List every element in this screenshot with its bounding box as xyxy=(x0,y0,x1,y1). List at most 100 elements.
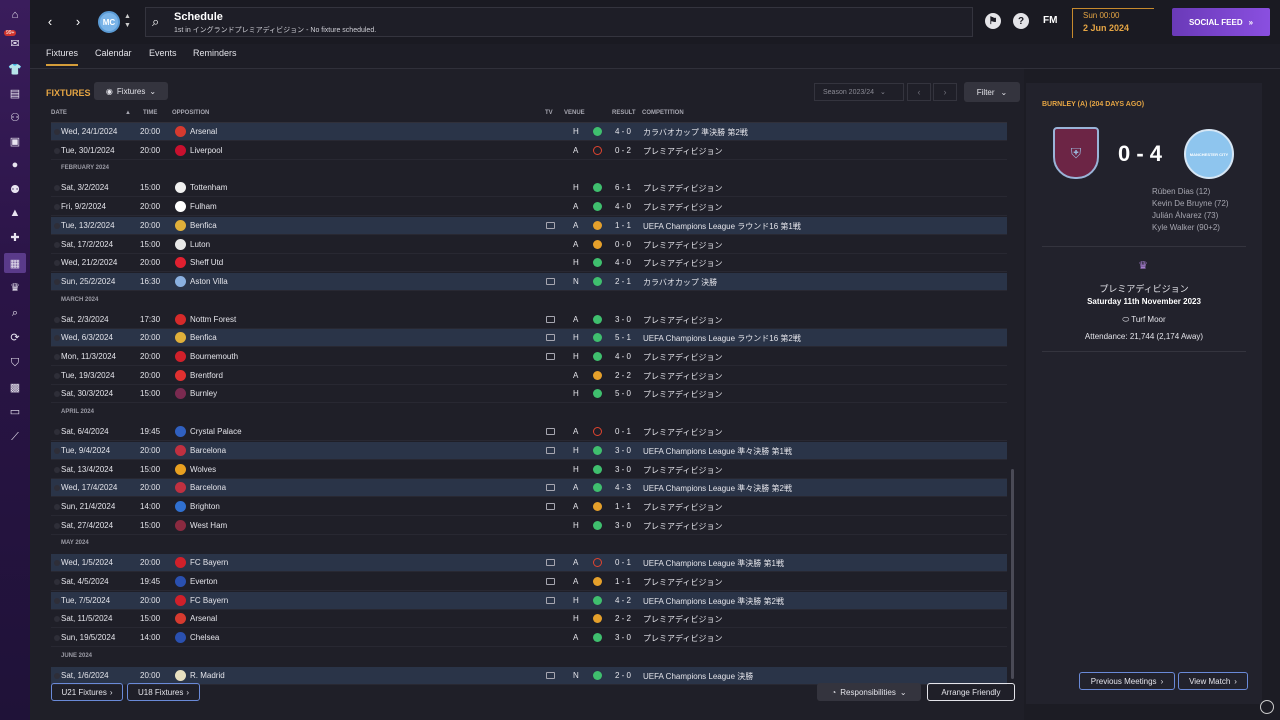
next-season-button[interactable]: › xyxy=(933,83,957,101)
fixture-opponent[interactable]: Benfica xyxy=(190,221,217,230)
fixture-row[interactable]: Wed, 21/2/2024 20:00 Sheff Utd H 4 - 0 プレミアディ… xyxy=(51,254,1007,273)
competitions-icon[interactable]: ♛ xyxy=(8,280,22,294)
fixture-competition[interactable]: プレミアディビジョン xyxy=(643,371,722,382)
settings-circle-icon[interactable] xyxy=(1260,700,1274,714)
fixture-row[interactable]: Sun, 21/4/2024 14:00 Brighton A 1 - 1 プレミアディビ… xyxy=(51,498,1007,516)
fixture-competition[interactable]: プレミアディビジョン xyxy=(643,202,722,213)
fixture-score[interactable]: 1 - 1 xyxy=(615,221,631,230)
fixture-list-scrollbar[interactable] xyxy=(1011,469,1014,679)
fixture-row[interactable]: Tue, 7/5/2024 20:00 FC Bayern H 4 - 2 UEFA Ch… xyxy=(51,591,1007,610)
fixture-row[interactable]: Wed, 24/1/2024 20:00 Arsenal H 4 - 0 カラバオカップ … xyxy=(51,123,1007,141)
fixture-competition[interactable]: UEFA Champions League 準々決勝 第2戦 xyxy=(643,483,792,494)
u21-fixtures-button[interactable]: U21 Fixtures › xyxy=(51,683,123,701)
fixture-row[interactable]: Wed, 6/3/2024 20:00 Benfica H 5 - 1 UEFA Cham… xyxy=(51,329,1007,348)
season-select[interactable]: Season 2023/24 ⌄ xyxy=(814,83,904,101)
fixture-score[interactable]: 0 - 1 xyxy=(615,427,631,436)
row-select-icon[interactable] xyxy=(54,147,60,154)
trophy-icon[interactable]: ⚑ xyxy=(985,13,1001,29)
fixture-competition[interactable]: UEFA Champions League 準々決勝 第1戦 xyxy=(643,446,792,457)
schedule-icon[interactable]: ▦ xyxy=(4,253,26,273)
forward-button[interactable]: › xyxy=(68,10,88,32)
finances-icon[interactable]: ▩ xyxy=(8,380,22,394)
club-switch-icon[interactable]: ▲ ▼ xyxy=(124,12,131,30)
fixture-row[interactable]: Tue, 9/4/2024 20:00 Barcelona H 3 - 0 UEFA Ch… xyxy=(51,441,1007,460)
row-select-icon[interactable] xyxy=(54,635,60,642)
fixture-score[interactable]: 0 - 1 xyxy=(615,558,631,567)
page-search-box[interactable]: ⌕ Schedule 1st in イングランドプレミアディビジョン - No … xyxy=(145,7,973,37)
col-competition[interactable]: COMPETITION xyxy=(642,110,684,116)
tab-events[interactable]: Events xyxy=(149,48,177,64)
fixture-competition[interactable]: カラバオカップ 決勝 xyxy=(643,277,717,288)
row-select-icon[interactable] xyxy=(54,522,60,529)
previous-meetings-button[interactable]: Previous Meetings › xyxy=(1079,672,1175,690)
report-icon[interactable]: ⟋ xyxy=(8,430,22,444)
fixture-competition[interactable]: プレミアディビジョン xyxy=(643,352,722,363)
fixture-competition[interactable]: UEFA Champions League ラウンド16 第2戦 xyxy=(643,333,801,344)
fixture-opponent[interactable]: West Ham xyxy=(190,521,227,530)
fixture-row[interactable]: Mon, 11/3/2024 20:00 Bournemouth H 4 - 0 プレミア… xyxy=(51,348,1007,366)
fixture-opponent[interactable]: Liverpool xyxy=(190,146,222,155)
fixture-row[interactable]: Sat, 6/4/2024 19:45 Crystal Palace A 0 - 1 プレ… xyxy=(51,423,1007,442)
fixture-score[interactable]: 3 - 0 xyxy=(615,315,631,324)
fixture-opponent[interactable]: Arsenal xyxy=(190,127,217,136)
fixture-competition[interactable]: プレミアディビジョン xyxy=(643,146,722,157)
fixture-opponent[interactable]: Crystal Palace xyxy=(190,427,242,436)
fixture-opponent[interactable]: Burnley xyxy=(190,389,217,398)
prev-season-button[interactable]: ‹ xyxy=(907,83,931,101)
fixture-competition[interactable]: カラバオカップ 準決勝 第2戦 xyxy=(643,127,748,138)
fixture-competition[interactable]: UEFA Champions League 準決勝 第1戦 xyxy=(643,558,784,569)
col-result[interactable]: RESULT xyxy=(612,110,636,116)
fixture-opponent[interactable]: Arsenal xyxy=(190,614,217,623)
fixture-row[interactable]: Sat, 3/2/2024 15:00 Tottenham H 6 - 1 プレミアディビ… xyxy=(51,179,1007,198)
row-select-icon[interactable] xyxy=(54,354,60,360)
fixture-row[interactable]: Sat, 27/4/2024 15:00 West Ham H 3 - 0 プレミアディビ… xyxy=(51,517,1007,535)
tactics-icon[interactable]: ▤ xyxy=(8,86,22,100)
row-select-icon[interactable] xyxy=(54,129,60,135)
back-button[interactable]: ‹ xyxy=(40,10,60,32)
fixture-row[interactable]: Sat, 13/4/2024 15:00 Wolves H 3 - 0 プレミアディビジョ… xyxy=(51,461,1007,479)
fixture-competition[interactable]: UEFA Champions League 準決勝 第2戦 xyxy=(643,596,784,607)
row-select-icon[interactable] xyxy=(54,372,60,379)
game-date[interactable]: Sun 00:00 2 Jun 2024 xyxy=(1072,8,1154,38)
row-select-icon[interactable] xyxy=(54,503,60,510)
fixtures-view-dropdown[interactable]: ◉ Fixtures ⌄ xyxy=(94,82,168,100)
fixture-competition[interactable]: プレミアディビジョン xyxy=(643,258,722,269)
social-feed-button[interactable]: SOCIAL FEED » xyxy=(1172,8,1270,36)
fixture-score[interactable]: 5 - 0 xyxy=(615,389,631,398)
fixture-opponent[interactable]: Nottm Forest xyxy=(190,315,236,324)
fixture-score[interactable]: 2 - 2 xyxy=(615,371,631,380)
fixture-competition[interactable]: プレミアディビジョン xyxy=(643,521,722,532)
fixture-competition[interactable]: プレミアディビジョン xyxy=(643,240,722,251)
fixture-score[interactable]: 3 - 0 xyxy=(615,446,631,455)
fixture-opponent[interactable]: Luton xyxy=(190,240,210,249)
scouting-icon[interactable]: ⚉ xyxy=(8,182,22,196)
fixture-opponent[interactable]: FC Bayern xyxy=(190,558,228,567)
burnley-crest-icon[interactable]: ⛨ xyxy=(1053,127,1099,179)
row-select-icon[interactable] xyxy=(54,672,60,679)
data-hub-icon[interactable]: ⌕ xyxy=(8,306,22,320)
filter-button[interactable]: Filter ⌄ xyxy=(964,82,1020,102)
row-select-icon[interactable] xyxy=(54,391,60,398)
u18-fixtures-button[interactable]: U18 Fixtures › xyxy=(127,683,200,701)
fixture-competition[interactable]: プレミアディビジョン xyxy=(643,577,722,588)
fixture-opponent[interactable]: FC Bayern xyxy=(190,596,228,605)
fixture-score[interactable]: 3 - 0 xyxy=(615,633,631,642)
fixture-opponent[interactable]: Aston Villa xyxy=(190,277,228,286)
fixture-competition[interactable]: プレミアディビジョン xyxy=(643,315,722,326)
row-select-icon[interactable] xyxy=(54,485,60,492)
man-city-crest-icon[interactable]: MANCHESTER CITY xyxy=(1184,129,1234,179)
fixture-score[interactable]: 4 - 0 xyxy=(615,352,631,361)
col-tv[interactable]: TV xyxy=(545,110,553,116)
fixture-row[interactable]: Sat, 4/5/2024 19:45 Everton A 1 - 1 プレミアディビジョ… xyxy=(51,573,1007,591)
row-select-icon[interactable] xyxy=(54,278,60,285)
row-select-icon[interactable] xyxy=(54,447,60,454)
dynamics-icon[interactable]: ▣ xyxy=(8,134,22,148)
fixture-row[interactable]: Sun, 19/5/2024 14:00 Chelsea A 3 - 0 プレミアディビジ… xyxy=(51,629,1007,648)
row-select-icon[interactable] xyxy=(54,222,60,229)
fixture-opponent[interactable]: R. Madrid xyxy=(190,671,225,680)
staff-icon[interactable]: ⚇ xyxy=(8,110,22,124)
tab-fixtures[interactable]: Fixtures xyxy=(46,48,79,66)
fixture-row[interactable]: Tue, 30/1/2024 20:00 Liverpool A 0 - 2 プレミアディ… xyxy=(51,142,1007,160)
row-select-icon[interactable] xyxy=(54,204,60,211)
fixture-row[interactable]: Sat, 30/3/2024 15:00 Burnley H 5 - 0 プレミアディビジ… xyxy=(51,385,1007,404)
